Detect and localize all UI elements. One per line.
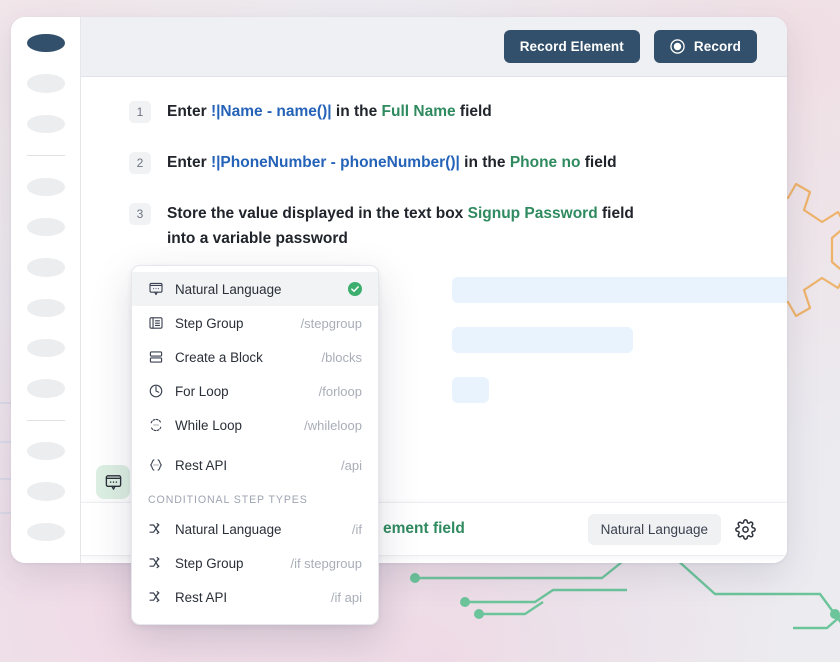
rail-item-9[interactable] — [26, 442, 65, 461]
natural-language-icon — [105, 474, 121, 490]
dropdown-item-label: Rest API — [175, 457, 228, 473]
toolbar: Record Element Record — [81, 17, 787, 77]
step-text: Enter !|PhoneNumber - phoneNumber()| in … — [167, 150, 617, 175]
rail-item-7[interactable] — [26, 338, 65, 358]
rail-item-4[interactable] — [26, 217, 65, 237]
dropdown-item-shortcut: /if — [351, 521, 362, 537]
dropdown-section-title: CONDITIONAL STEP TYPES — [148, 494, 308, 506]
rail-item-8[interactable] — [26, 379, 65, 398]
rail-item-11[interactable] — [26, 522, 65, 542]
gear-icon — [734, 518, 756, 540]
dropdown-item-shortcut: /api — [341, 457, 362, 473]
dropdown-item-label: Create a Block — [175, 349, 263, 365]
branch-icon — [147, 589, 164, 606]
step-text-plain: in the — [331, 103, 382, 120]
step-number: 1 — [129, 101, 151, 123]
step-row[interactable]: 3 Store the value displayed in the text … — [81, 201, 787, 251]
step-type-pill[interactable]: Natural Language — [587, 513, 721, 545]
step-text-plain: into a variable password — [167, 230, 348, 247]
step-row[interactable]: 2 Enter !|PhoneNumber - phoneNumber()| i… — [81, 150, 787, 175]
dropdown-item-label: Rest API — [175, 589, 228, 605]
natural-language-icon — [147, 281, 164, 298]
dropdown-item-label: Natural Language — [175, 281, 282, 297]
step-variable-token: !|PhoneNumber - phoneNumber()| — [210, 154, 460, 171]
rest-api-icon — [147, 457, 164, 474]
dropdown-item-rest-api[interactable]: Rest API /api — [132, 448, 378, 482]
dropdown-item-label: Step Group — [175, 315, 244, 331]
avatar[interactable] — [26, 34, 65, 53]
dropdown-conditional-natural-language[interactable]: Natural Language /if — [132, 512, 378, 546]
record-label: Record — [693, 39, 741, 54]
dropdown-item-label: For Loop — [175, 383, 229, 399]
dropdown-conditional-rest-api[interactable]: Rest API /if api — [132, 580, 378, 614]
rail-item-2[interactable] — [26, 114, 65, 134]
record-circle-icon — [670, 39, 685, 54]
step-number: 2 — [129, 152, 151, 174]
step-text-plain: Enter — [167, 103, 211, 120]
rail-item-3[interactable] — [26, 177, 65, 196]
branch-icon — [147, 555, 164, 572]
rail-item-6[interactable] — [26, 298, 65, 317]
dropdown-item-shortcut: /if stepgroup — [290, 555, 362, 571]
skeleton-bar — [452, 377, 489, 403]
rail-item-10[interactable] — [26, 482, 65, 501]
rail-item-5[interactable] — [26, 258, 65, 277]
dropdown-item-shortcut: /stepgroup — [300, 315, 362, 331]
step-text-plain: Store the value displayed in the text bo… — [167, 205, 468, 222]
dropdown-item-shortcut: /forloop — [318, 383, 362, 399]
dropdown-item-shortcut: /if api — [330, 589, 362, 605]
step-text-plain: field — [455, 103, 492, 120]
dropdown-item-create-a-block[interactable]: Create a Block /blocks — [132, 340, 378, 374]
step-type-dropdown[interactable]: Natural Language Step Group /stepgroup C… — [131, 265, 379, 625]
branch-icon — [147, 521, 164, 538]
step-group-icon — [147, 315, 164, 332]
step-text: Store the value displayed in the text bo… — [167, 201, 634, 251]
dropdown-item-label: Natural Language — [175, 521, 282, 537]
step-text-plain: field — [580, 154, 617, 171]
step-field-token: Signup Password — [467, 205, 598, 222]
dropdown-item-natural-language[interactable]: Natural Language — [132, 272, 378, 306]
dropdown-item-shortcut: /blocks — [321, 349, 362, 365]
rail-item-1[interactable] — [26, 74, 65, 93]
step-text-plain: Enter — [167, 154, 211, 171]
blocks-icon — [147, 349, 164, 366]
skeleton-bar — [452, 327, 633, 353]
active-step-field-token: ement field — [383, 520, 465, 537]
step-text-plain: in the — [459, 154, 510, 171]
step-row[interactable]: 1 Enter !|Name - name()| in the Full Nam… — [81, 99, 787, 124]
dropdown-item-shortcut: /whileloop — [304, 417, 362, 433]
dropdown-conditional-step-group[interactable]: Step Group /if stepgroup — [132, 546, 378, 580]
app-window: Record Element Record 1 Enter !|Name - n… — [11, 17, 787, 563]
step-settings-button[interactable] — [731, 515, 759, 543]
record-element-label: Record Element — [519, 39, 624, 54]
step-text: Enter !|Name - name()| in the Full Name … — [167, 99, 492, 124]
left-rail — [11, 17, 81, 563]
step-field-token: Phone no — [509, 154, 581, 171]
dropdown-item-label: While Loop — [175, 417, 242, 433]
natural-language-badge[interactable] — [96, 465, 130, 499]
dropdown-item-label: Step Group — [175, 555, 244, 571]
step-variable-token: !|Name - name()| — [210, 103, 332, 120]
record-button[interactable]: Record — [653, 30, 757, 63]
flow-decoration — [410, 556, 840, 630]
dropdown-item-while-loop[interactable]: While Loop /whileloop — [132, 408, 378, 442]
dropdown-item-step-group[interactable]: Step Group /stepgroup — [132, 306, 378, 340]
step-text-plain: field — [597, 205, 634, 222]
step-field-token: Full Name — [381, 103, 456, 120]
check-badge-icon — [348, 282, 362, 296]
dropdown-item-for-loop[interactable]: For Loop /forloop — [132, 374, 378, 408]
skeleton-bar — [452, 277, 787, 303]
for-loop-icon — [147, 383, 164, 400]
step-number: 3 — [129, 203, 151, 225]
while-loop-icon — [147, 417, 164, 434]
record-element-button[interactable]: Record Element — [503, 30, 640, 63]
